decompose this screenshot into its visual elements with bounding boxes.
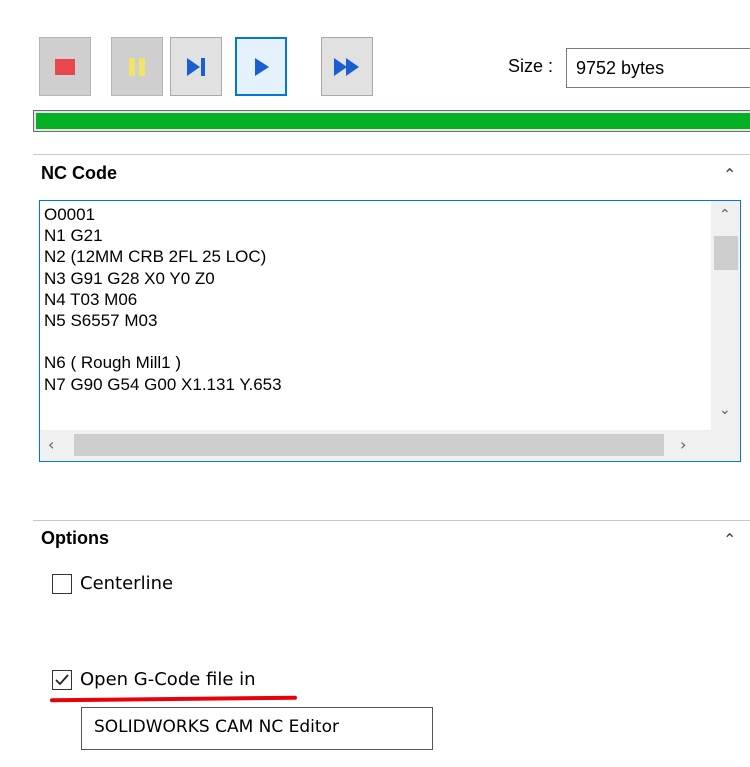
stop-button[interactable] bbox=[39, 37, 91, 96]
scroll-left-icon[interactable]: ‹ bbox=[48, 435, 54, 454]
vertical-scroll-thumb[interactable] bbox=[714, 236, 738, 270]
open-gcode-label: Open G-Code file in bbox=[80, 669, 256, 690]
nc-code-line: N1 G21 bbox=[44, 226, 103, 246]
nc-code-line: N2 (12MM CRB 2FL 25 LOC) bbox=[44, 247, 267, 267]
step-forward-icon bbox=[187, 57, 205, 76]
options-title: Options bbox=[41, 528, 109, 548]
section-divider bbox=[33, 154, 750, 155]
annotation-underline bbox=[49, 695, 298, 703]
progress-fill bbox=[36, 113, 750, 129]
centerline-label: Centerline bbox=[80, 573, 174, 594]
centerline-checkbox[interactable] bbox=[52, 573, 72, 594]
size-label: Size : bbox=[508, 56, 554, 76]
nc-code-line bbox=[44, 331, 704, 352]
scroll-down-icon[interactable]: ⌄ bbox=[719, 402, 731, 418]
nc-editor-field[interactable]: SOLIDWORKS CAM NC Editor bbox=[81, 707, 433, 750]
nc-code-line: N3 G91 G28 X0 Y0 Z0 bbox=[44, 268, 215, 288]
scrollbar-corner bbox=[711, 430, 740, 461]
fast-forward-button[interactable] bbox=[321, 37, 373, 96]
nc-code-line: N4 T03 M06 bbox=[44, 289, 138, 309]
scroll-up-icon[interactable]: ⌃ bbox=[719, 207, 731, 223]
step-forward-button[interactable] bbox=[170, 37, 222, 96]
open-gcode-option[interactable]: Open G-Code file in bbox=[52, 669, 256, 690]
nc-code-textbox[interactable]: O0001 N1 G21 N2 (12MM CRB 2FL 25 LOC) N3 G9… bbox=[39, 200, 741, 462]
horizontal-scrollbar[interactable]: ‹ › bbox=[40, 430, 711, 461]
fast-forward-icon bbox=[334, 57, 359, 76]
progress-bar bbox=[33, 110, 750, 132]
collapse-icon[interactable]: ⌃ bbox=[723, 532, 736, 548]
nc-code-lines: O0001 N1 G21 N2 (12MM CRB 2FL 25 LOC) N3 G9… bbox=[44, 204, 704, 427]
open-gcode-checkbox[interactable] bbox=[52, 669, 72, 690]
size-field: 9752 bytes bbox=[566, 48, 750, 88]
centerline-option[interactable]: Centerline bbox=[52, 573, 173, 594]
vertical-scrollbar[interactable]: ⌃ ⌄ bbox=[711, 201, 740, 430]
nc-code-line: N5 S6557 M03 bbox=[44, 310, 158, 330]
pause-button[interactable] bbox=[111, 37, 163, 96]
horizontal-scroll-thumb[interactable] bbox=[74, 434, 664, 456]
play-icon bbox=[255, 57, 269, 76]
stop-icon bbox=[55, 58, 75, 75]
nc-code-title: NC Code bbox=[41, 163, 117, 183]
collapse-icon[interactable]: ⌃ bbox=[723, 167, 736, 183]
scroll-right-icon[interactable]: › bbox=[680, 435, 686, 454]
nc-code-line: N6 ( Rough Mill1 ) bbox=[44, 353, 181, 373]
section-divider bbox=[33, 520, 750, 521]
nc-code-line: N7 G90 G54 G00 X1.131 Y.653 bbox=[44, 374, 282, 394]
nc-simulation-panel: Size : 9752 bytes NC Code ⌃ O0001 N1 G21 N… bbox=[0, 0, 750, 767]
pause-icon bbox=[129, 57, 145, 76]
nc-code-line: O0001 bbox=[44, 205, 96, 224]
run-button[interactable] bbox=[235, 37, 287, 96]
checkmark-icon bbox=[55, 673, 69, 685]
